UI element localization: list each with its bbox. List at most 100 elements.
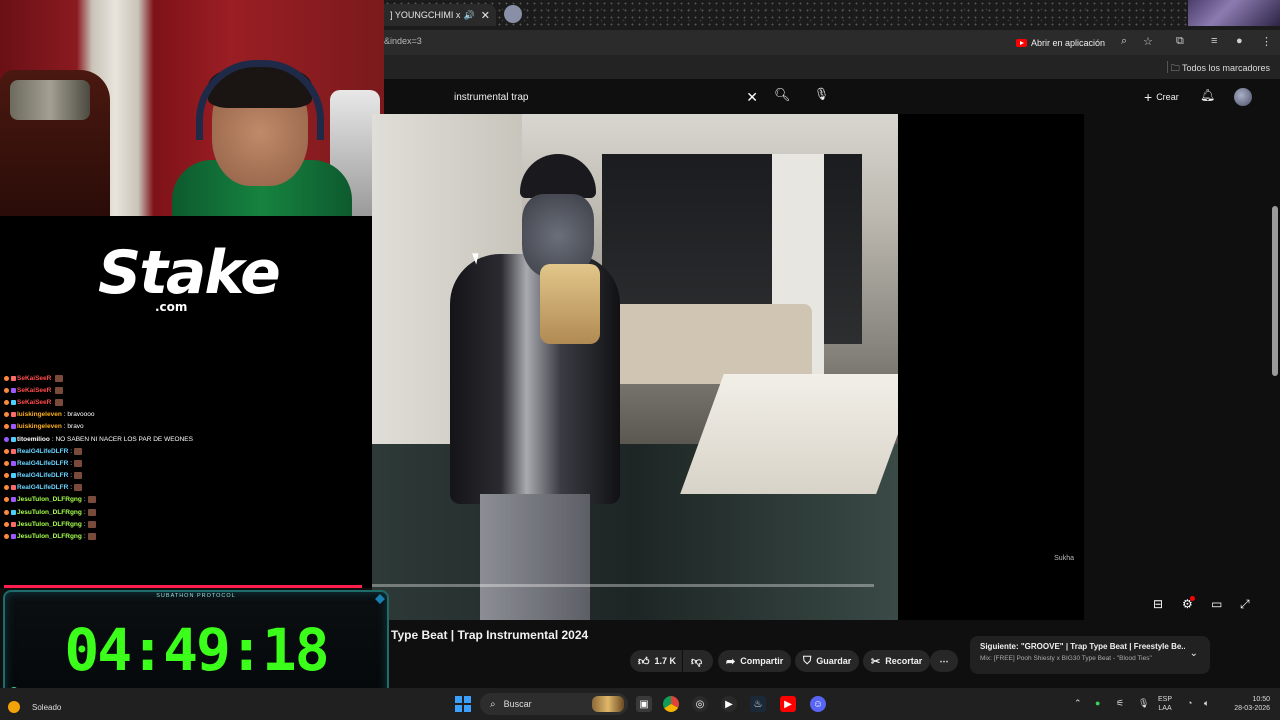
chat-badge-icon xyxy=(4,387,9,393)
chat-emote-icon xyxy=(74,472,83,480)
chat-username[interactable]: luiskingeleven xyxy=(17,423,62,430)
chat-username[interactable]: RealG4LifeDLFR xyxy=(17,472,68,479)
clock-time: 10:50 xyxy=(1252,696,1270,703)
chat-message: SeKaiSeeR xyxy=(4,372,364,384)
chat-username[interactable]: JesuTulon_DLFRgng xyxy=(17,533,82,540)
chat-username[interactable]: RealG4LifeDLFR xyxy=(17,448,68,455)
steam-icon[interactable]: ♨ xyxy=(750,696,766,712)
media-player-icon[interactable]: ▶ xyxy=(721,696,737,712)
clip-button[interactable]: ✂ Recortar xyxy=(863,650,931,672)
chat-text: : xyxy=(83,520,86,528)
chat-message: JesuTulon_DLFRgng: xyxy=(4,506,364,518)
obs-icon[interactable]: ◎ xyxy=(692,696,708,712)
microphone-tray-icon[interactable]: 🎙︎ xyxy=(1138,698,1149,709)
notifications-bell-icon[interactable]: 🔔︎ xyxy=(1200,88,1215,102)
youtube-app-icon[interactable]: ▶ xyxy=(780,696,796,712)
address-bar: &index=3 Abrir en aplicación ⌕ ☆ ⧉ ≡ ● ⋮ xyxy=(384,30,1280,55)
chat-username[interactable]: RealG4LifeDLFR xyxy=(17,460,68,467)
chat-message: RealG4LifeDLFR: xyxy=(4,445,364,457)
save-button[interactable]: ⛉ Guardar xyxy=(795,650,860,672)
chat-username[interactable]: JesuTulon_DLFRgng xyxy=(17,496,82,503)
network-icon[interactable]: ⚟ xyxy=(1116,698,1124,709)
video-scene-pool-table xyxy=(680,374,898,494)
speaker-icon[interactable]: 🔊 xyxy=(464,10,475,21)
chat-username[interactable]: RealG4LifeDLFR xyxy=(17,484,68,491)
profile-tab-icon[interactable] xyxy=(504,5,522,23)
all-bookmarks-button[interactable]: 🗀 Todos los marcadores xyxy=(1171,61,1270,77)
microphone-icon[interactable]: 🎙︎ xyxy=(814,87,829,101)
fullscreen-icon[interactable]: ⤢ xyxy=(1240,597,1250,612)
webcam-feed xyxy=(0,0,384,216)
settings-gear-icon[interactable]: ⚙ xyxy=(1182,596,1195,611)
chat-text: : xyxy=(83,533,86,541)
up-next-card[interactable]: Siguiente: "GROOVE" | Trap Type Beat | F… xyxy=(970,636,1210,674)
clear-search-icon[interactable]: ✕ xyxy=(746,89,758,106)
chat-badge-icon xyxy=(4,460,9,466)
page-scrollbar[interactable] xyxy=(1272,206,1278,376)
chat-text: : xyxy=(70,447,73,455)
windows-start-icon[interactable] xyxy=(455,696,471,712)
chat-username[interactable]: SeKaiSeeR xyxy=(17,387,51,394)
taskbar-search[interactable]: ⌕ Buscar xyxy=(480,693,628,715)
subtitles-icon[interactable]: ⊟ xyxy=(1153,597,1163,611)
video-letterbox[interactable]: Sukha xyxy=(898,114,1084,620)
wifi-icon[interactable]: ◔ xyxy=(1187,698,1192,708)
chat-username[interactable]: luiskingeleven xyxy=(17,411,62,418)
video-progress-bar[interactable] xyxy=(372,584,874,587)
chat-badge-icon xyxy=(4,436,9,442)
video-title: Type Beat | Trap Instrumental 2024 xyxy=(391,628,589,642)
browser-tabstrip: ] YOUNGCHIMI x CD 🔊 ✕ xyxy=(384,0,1280,30)
browser-tab[interactable]: ] YOUNGCHIMI x CD 🔊 ✕ xyxy=(384,4,496,26)
video-player[interactable] xyxy=(372,114,898,620)
media-controls-icon[interactable]: ≡ xyxy=(1211,35,1217,47)
more-actions-button[interactable]: ⋯ xyxy=(930,650,958,672)
discord-icon[interactable]: ☺ xyxy=(810,696,826,712)
star-icon[interactable]: ☆ xyxy=(1143,35,1153,48)
like-button[interactable]: 👍︎ 1.7 K xyxy=(630,650,682,672)
chat-message: SeKaiSeeR xyxy=(4,384,364,396)
task-view-icon[interactable]: ▣ xyxy=(636,696,652,712)
avatar[interactable] xyxy=(1234,88,1252,106)
system-clock[interactable]: 10:50 28-03-2026 xyxy=(1220,695,1270,713)
extensions-icon[interactable]: ⧉ xyxy=(1176,35,1184,48)
chat-username[interactable]: JesuTulon_DLFRgng xyxy=(17,509,82,516)
status-dot-icon[interactable]: ● xyxy=(1095,698,1100,708)
chevron-down-icon[interactable]: ⌄ xyxy=(1190,648,1198,659)
close-tab-icon[interactable]: ✕ xyxy=(481,9,490,22)
chevron-up-icon[interactable]: ⌃ xyxy=(1074,698,1082,709)
zoom-icon[interactable]: ⌕ xyxy=(1121,35,1127,48)
open-in-app-button[interactable]: Abrir en aplicación xyxy=(1016,34,1105,51)
dislike-button[interactable]: 👎︎ xyxy=(683,650,713,672)
share-button[interactable]: ➦ Compartir xyxy=(718,650,792,672)
theater-mode-icon[interactable]: ▭ xyxy=(1211,597,1222,611)
chat-username[interactable]: SeKaiSeeR xyxy=(17,399,51,406)
rapper-pants xyxy=(480,494,590,620)
sponsor-logo: Stake xyxy=(98,238,281,308)
right-panel xyxy=(1084,114,1280,620)
chat-username[interactable]: SeKaiSeeR xyxy=(17,375,51,382)
all-bookmarks-label: Todos los marcadores xyxy=(1181,63,1270,73)
weather-widget[interactable]: Soleado xyxy=(8,701,61,713)
search-input[interactable] xyxy=(454,91,734,103)
chat-emote-icon xyxy=(55,374,64,382)
rapper-cap xyxy=(520,154,596,198)
chat-badge-icon xyxy=(4,485,9,491)
chat-message: RealG4LifeDLFR: xyxy=(4,457,364,469)
search-icon[interactable]: 🔍︎ xyxy=(774,87,791,103)
volume-icon[interactable]: 🔈︎ xyxy=(1204,698,1209,709)
search-box: ✕ xyxy=(444,83,772,111)
up-next-subtitle: Mix: [FREE] Pooh Shiesty x BIG30 Type Be… xyxy=(980,655,1152,662)
clip-label: Recortar xyxy=(885,656,923,666)
chrome-icon[interactable] xyxy=(663,696,679,712)
profile-icon[interactable]: ● xyxy=(1236,35,1243,47)
chat-username[interactable]: titoemilioo xyxy=(17,436,50,443)
video-watermark: Sukha xyxy=(1054,555,1074,562)
chat-message: SeKaiSeeR xyxy=(4,396,364,408)
chat-username[interactable]: JesuTulon_DLFRgng xyxy=(17,521,82,528)
menu-icon[interactable]: ⋮ xyxy=(1261,35,1272,48)
create-button[interactable]: + Crear xyxy=(1144,89,1179,105)
url-text[interactable]: &index=3 xyxy=(384,36,422,46)
chat-message: luiskingeleven: bravoooo xyxy=(4,409,364,421)
language-indicator[interactable]: ESP LAA xyxy=(1158,695,1172,713)
chat-badge-icon xyxy=(4,424,9,430)
